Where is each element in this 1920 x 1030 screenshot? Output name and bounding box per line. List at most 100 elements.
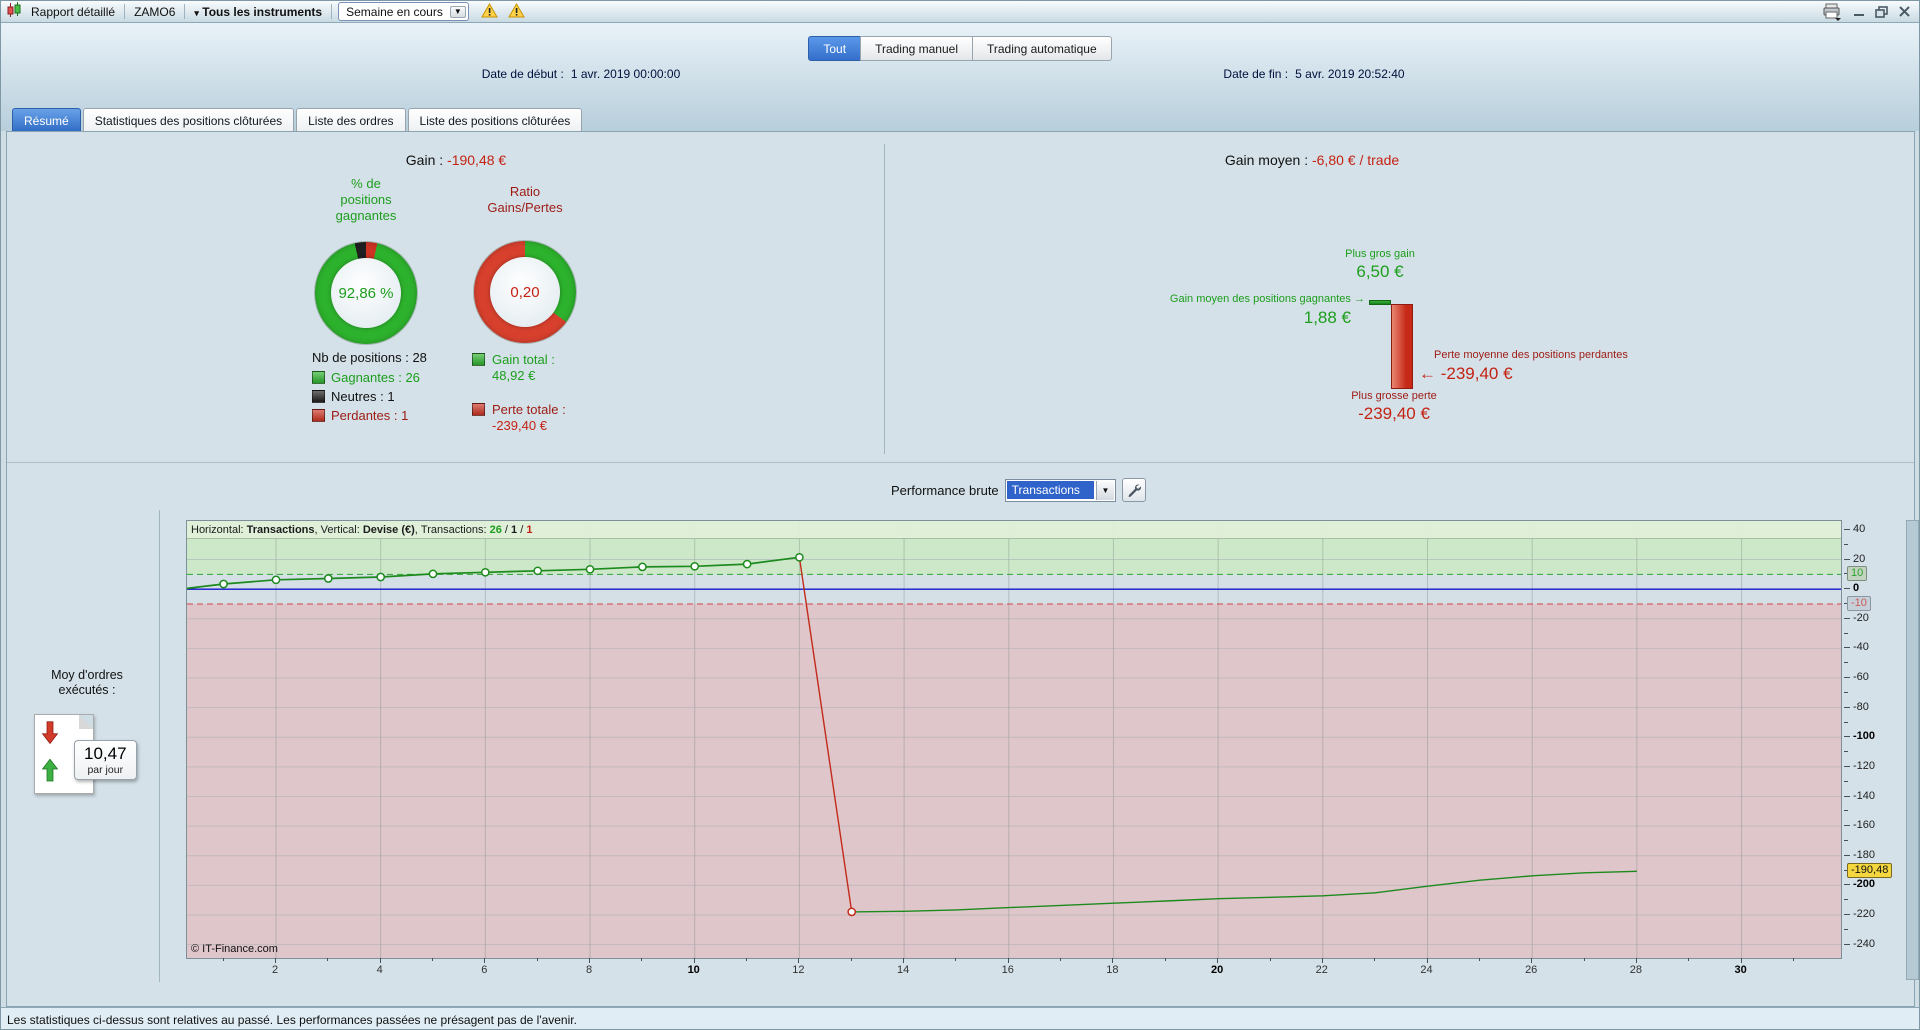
legend-losing: Perdantes : 1 — [312, 408, 408, 423]
x-axis-label: 2 — [271, 964, 279, 976]
data-point-marker — [638, 562, 647, 572]
tab-trading-manuel[interactable]: Trading manuel — [860, 36, 973, 61]
data-point-marker — [428, 569, 438, 579]
print-button[interactable] — [1822, 3, 1844, 21]
tab-tout[interactable]: Tout — [808, 36, 862, 61]
x-axis-tick — [1635, 958, 1637, 963]
period-select[interactable]: Semaine en cours ▼ — [338, 2, 469, 21]
y-axis-tick — [1844, 928, 1848, 930]
tab-liste-positions[interactable]: Liste des positions clôturées — [407, 108, 583, 132]
avg-loss-label: Perte moyenne des positions perdantes — [1434, 349, 1628, 361]
all-instruments-menu[interactable]: ▾ Tous les instruments — [191, 5, 325, 19]
summary-panel: Gain : -190,48 € % de positions gagnante… — [6, 131, 1919, 1007]
performance-row: Performance brute Transactions ▼ — [891, 478, 1146, 502]
x-axis-label: 10 — [687, 964, 700, 976]
winning-percentage-donut: 92,86 % — [315, 242, 417, 344]
biggest-gain-value: 6,50 € — [1356, 262, 1404, 281]
x-axis-tick — [1374, 958, 1376, 961]
y-axis-label: 0 — [1853, 582, 1860, 595]
down-arrow-icon — [41, 721, 59, 745]
y-axis-tick — [1844, 677, 1850, 678]
y-axis: 40 20 0 -20 -40 -60 -80 -100 -120 -140 -160 -180 -20… — [1844, 520, 1906, 985]
candlestick-icon — [7, 2, 22, 21]
x-axis-label: 16 — [1001, 964, 1014, 976]
avg-gain-bar — [1369, 300, 1391, 305]
biggest-loss-label: Plus grosse perte — [1351, 390, 1437, 402]
y-axis-label: -120 — [1853, 759, 1876, 772]
data-point-marker — [690, 561, 700, 571]
disclaimer-text: Les statistiques ci-dessus sont relative… — [7, 1012, 577, 1027]
x-axis-label: 30 — [1734, 964, 1747, 976]
y-axis-label: -100 — [1853, 730, 1876, 743]
average-gain-heading: Gain moyen : -6,80 € / trade — [1224, 152, 1400, 168]
x-axis-label: 24 — [1420, 964, 1433, 976]
end-date: Date de fin :5 avr. 2019 20:52:40 — [1223, 67, 1405, 81]
view-tabs: Tout Trading manuel Trading automatique — [1, 36, 1919, 61]
tab-stats-positions[interactable]: Statistiques des positions clôturées — [82, 108, 295, 132]
y-axis-label: -220 — [1853, 908, 1876, 920]
arrow-left-icon: ← — [1419, 364, 1436, 383]
y-axis-tick — [1844, 765, 1850, 767]
x-axis-tick — [379, 958, 381, 963]
orders-per-day-value: 10,47 — [84, 744, 127, 763]
tab-liste-ordres[interactable]: Liste des ordres — [296, 108, 406, 132]
y-axis-label: -40 — [1853, 641, 1869, 654]
period-select-value: Semaine en cours — [346, 4, 443, 19]
biggest-gain-label: Plus gros gain — [1345, 248, 1415, 260]
y-axis-tick — [1844, 943, 1850, 945]
equity-curve-plot — [187, 521, 1841, 958]
close-button[interactable] — [1898, 5, 1911, 18]
y-axis-tick — [1844, 854, 1850, 856]
x-axis-tick — [693, 958, 695, 963]
x-axis-tick — [798, 958, 800, 963]
chart-settings-button[interactable] — [1121, 478, 1146, 502]
orders-per-day-unit: par jour — [87, 764, 124, 776]
orders-per-day-box: 10,47 par jour — [74, 740, 137, 780]
performance-axis-select[interactable]: Transactions ▼ — [1004, 478, 1116, 502]
warning-icon[interactable] — [480, 2, 498, 21]
x-axis-tick — [1164, 958, 1166, 961]
tab-resume[interactable]: Résumé — [12, 108, 81, 132]
legend-winning: Gagnantes : 26 — [312, 370, 420, 385]
x-axis-label: 26 — [1525, 964, 1538, 976]
x-axis-tick — [903, 958, 905, 963]
x-axis-tick — [432, 958, 433, 961]
y-axis-label: -160 — [1853, 819, 1876, 832]
orders-per-day-label: Moy d'ordres exécutés : — [51, 668, 123, 697]
upper-threshold-badge: 10 — [1847, 566, 1868, 582]
data-point-marker — [847, 907, 857, 917]
green-square-icon — [472, 353, 485, 366]
x-axis-tick — [746, 958, 748, 961]
tab-trading-automatique[interactable]: Trading automatique — [972, 36, 1112, 61]
restore-button[interactable] — [1875, 5, 1889, 18]
y-axis-label: -20 — [1853, 611, 1869, 624]
avg-win-value: 1,88 € — [1303, 308, 1351, 327]
y-axis-label: -240 — [1853, 937, 1876, 950]
gain-total-block: Gain total :48,92 € — [472, 352, 555, 384]
y-axis-tick — [1844, 617, 1850, 619]
current-value-badge: -190,48 — [1847, 863, 1893, 879]
x-axis-tick — [1321, 958, 1323, 963]
x-axis-tick — [850, 958, 852, 961]
data-point-marker — [533, 566, 543, 576]
y-axis-label: 20 — [1853, 552, 1866, 565]
x-axis-tick — [1792, 958, 1794, 961]
x-axis-label: 20 — [1210, 964, 1224, 976]
warning-icon[interactable] — [507, 2, 525, 21]
minimize-button[interactable] — [1853, 6, 1866, 18]
y-axis-label: -180 — [1853, 848, 1876, 861]
chevron-down-icon[interactable]: ▼ — [449, 5, 466, 18]
copyright-label: © IT-Finance.com — [191, 943, 278, 955]
y-axis-tick — [1844, 736, 1850, 738]
performance-chart[interactable]: Horizontal: Transactions, Vertical: Devi… — [186, 520, 1842, 959]
gain-loss-ratio-value: 0,20 — [510, 283, 540, 301]
y-axis-tick — [1844, 840, 1848, 841]
lower-threshold-badge: -10 — [1847, 596, 1871, 611]
x-axis-tick — [641, 958, 643, 961]
x-axis-tick — [1478, 958, 1480, 961]
vertical-scrollbar[interactable] — [1906, 520, 1919, 980]
winning-percentage-value: 92,86 % — [338, 284, 394, 302]
chevron-down-icon[interactable]: ▼ — [1095, 480, 1114, 500]
y-axis-tick — [1844, 662, 1848, 664]
data-point-marker — [323, 574, 333, 583]
